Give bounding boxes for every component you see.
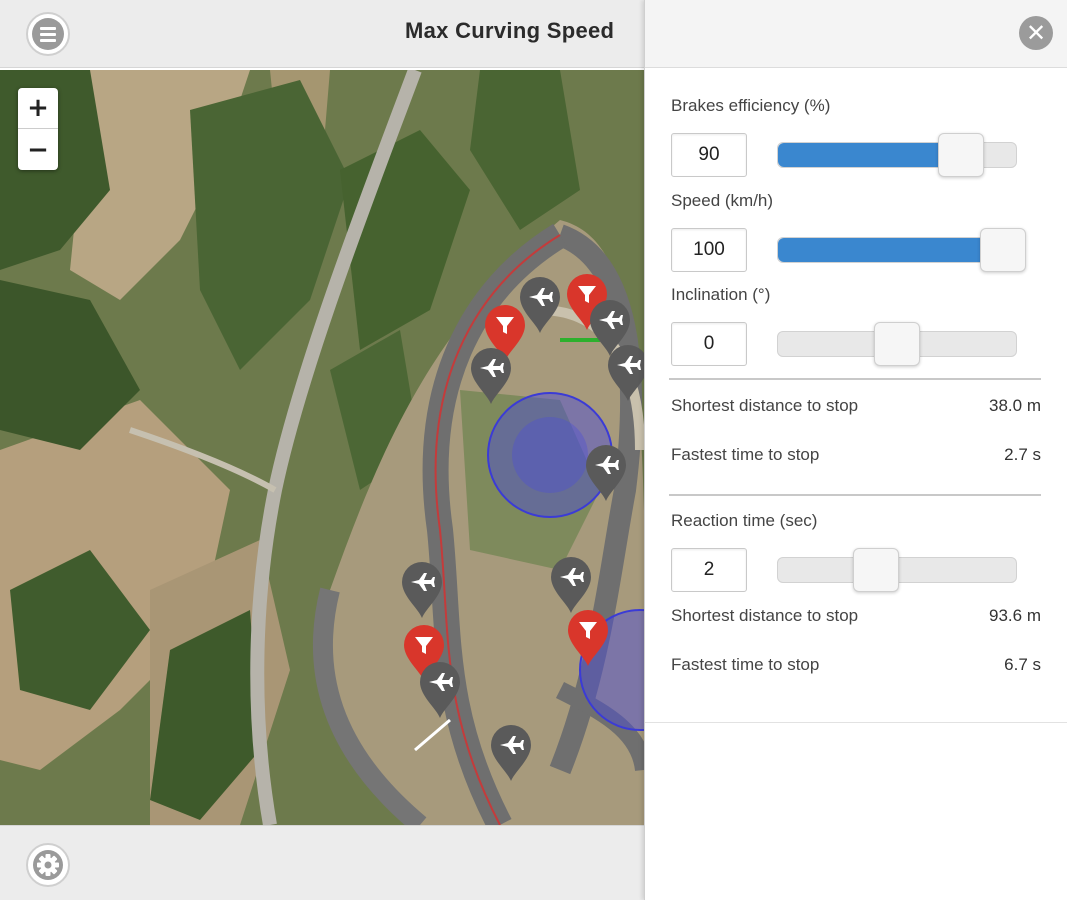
airplane-marker-icon[interactable] bbox=[584, 443, 628, 503]
reaction-shortest-distance-label: Shortest distance to stop bbox=[671, 606, 859, 625]
slider-fill bbox=[778, 143, 961, 167]
airplane-marker-icon[interactable] bbox=[469, 346, 513, 406]
close-button[interactable]: ✕ bbox=[1019, 16, 1053, 50]
brakes-efficiency-label: Brakes efficiency (%) bbox=[671, 96, 831, 115]
reaction-shortest-distance-value: 93.6 m bbox=[989, 606, 1041, 625]
panel-divider bbox=[645, 722, 1067, 723]
zoom-control: + − bbox=[18, 88, 58, 170]
hamburger-menu-icon bbox=[32, 18, 64, 50]
divider bbox=[669, 494, 1041, 496]
settings-button[interactable] bbox=[26, 843, 70, 887]
fastest-time-value: 2.7 s bbox=[1004, 445, 1041, 464]
shortest-distance-label: Shortest distance to stop bbox=[671, 396, 859, 415]
reaction-time-input[interactable]: 2 bbox=[671, 548, 747, 592]
inclination-label: Inclination (°) bbox=[671, 285, 771, 304]
brakes-efficiency-slider[interactable] bbox=[777, 133, 1017, 177]
inclination-slider[interactable] bbox=[777, 322, 1017, 366]
shortest-distance-value: 38.0 m bbox=[989, 396, 1041, 415]
airplane-marker-icon[interactable] bbox=[418, 660, 462, 720]
reaction-fastest-time-label: Fastest time to stop bbox=[671, 655, 820, 674]
divider bbox=[669, 378, 1041, 380]
satellite-map[interactable]: + − bbox=[0, 70, 644, 825]
reaction-fastest-time-value: 6.7 s bbox=[1004, 655, 1041, 674]
airplane-marker-icon[interactable] bbox=[489, 723, 533, 783]
brakes-efficiency-input[interactable]: 90 bbox=[671, 133, 747, 177]
slider-thumb[interactable] bbox=[938, 133, 984, 177]
airplane-marker-icon[interactable] bbox=[606, 343, 644, 403]
panel-header: ✕ bbox=[645, 0, 1067, 68]
filter-marker-icon[interactable] bbox=[566, 608, 610, 668]
slider-fill bbox=[778, 238, 1003, 262]
inclination-input[interactable]: 0 bbox=[671, 322, 747, 366]
slider-thumb[interactable] bbox=[980, 228, 1026, 272]
slider-thumb[interactable] bbox=[853, 548, 899, 592]
close-icon: ✕ bbox=[1025, 19, 1047, 47]
reaction-time-label: Reaction time (sec) bbox=[671, 511, 818, 530]
menu-button[interactable] bbox=[26, 12, 70, 56]
airplane-marker-icon[interactable] bbox=[549, 555, 593, 615]
zoom-in-button[interactable]: + bbox=[18, 88, 58, 129]
speed-slider[interactable] bbox=[777, 228, 1026, 272]
reaction-time-slider[interactable] bbox=[777, 548, 1017, 592]
speed-label: Speed (km/h) bbox=[671, 191, 774, 210]
gear-icon bbox=[33, 850, 63, 880]
slider-thumb[interactable] bbox=[874, 322, 920, 366]
speed-input[interactable]: 100 bbox=[671, 228, 747, 272]
fastest-time-label: Fastest time to stop bbox=[671, 445, 820, 464]
settings-panel: ✕ Brakes efficiency (%) 90 Speed (km/h) … bbox=[644, 0, 1067, 900]
zoom-out-button[interactable]: − bbox=[18, 129, 58, 170]
page-title: Max Curving Speed bbox=[405, 18, 615, 43]
map-terrain-image bbox=[0, 70, 644, 825]
airplane-marker-icon[interactable] bbox=[400, 560, 444, 620]
